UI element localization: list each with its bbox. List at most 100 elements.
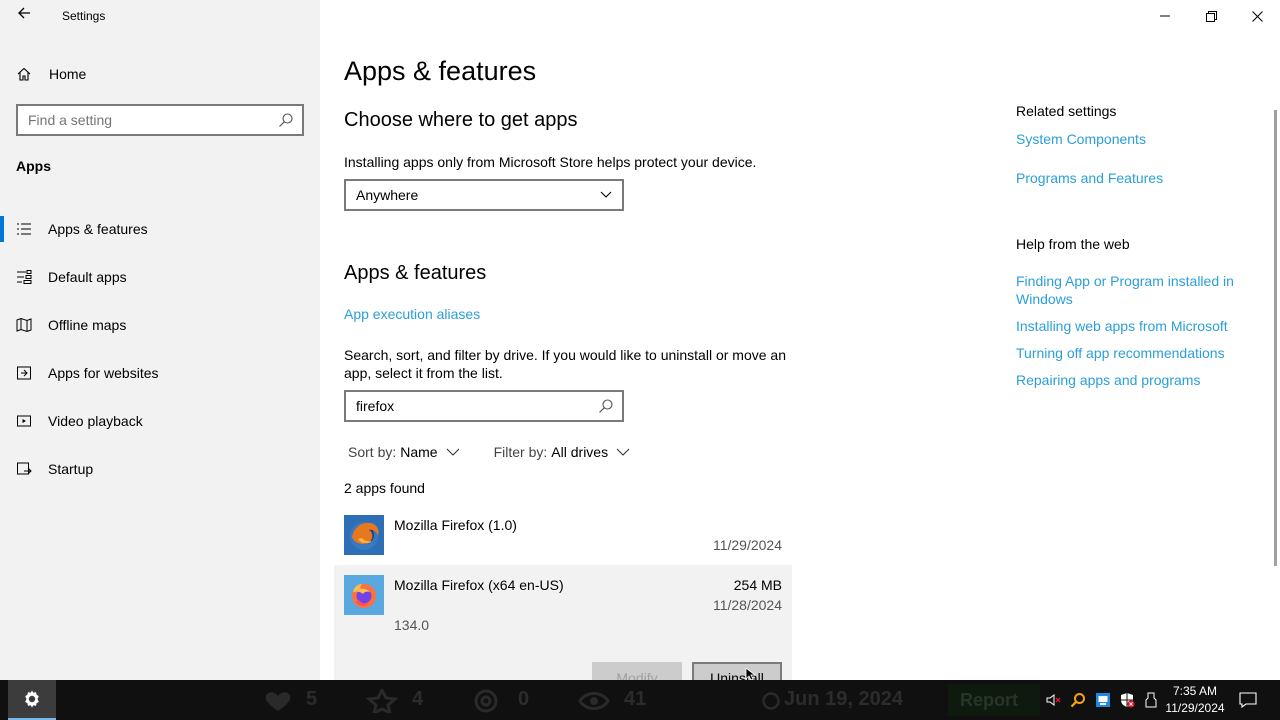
map-icon [16,317,32,333]
app-execution-aliases-link[interactable]: App execution aliases [344,306,480,322]
filter-label: Filter by: [493,444,548,460]
firefox-icon [344,575,384,615]
spiral-icon [474,689,498,713]
bg-report-label: Report [960,690,1018,710]
choose-heading: Choose where to get apps [344,109,578,131]
app-name: Mozilla Firefox (1.0) [394,517,517,533]
eye-icon [578,692,610,710]
sort-label: Sort by: [348,444,397,460]
app-list-search[interactable] [344,390,624,422]
app-source-dropdown[interactable]: Anywhere [344,179,624,211]
apps-features-heading: Apps & features [344,262,487,284]
sidebar: Settings Home Apps Apps & features Defau… [0,0,320,680]
clock-time: 7:35 AM [1172,684,1218,698]
taskbar-clock[interactable]: 7:35 AM 11/29/2024 [1160,683,1230,717]
help-link-web-apps[interactable]: Installing web apps from Microsoft [1016,317,1248,335]
find-setting-input[interactable] [28,112,278,128]
filter-drive-dropdown[interactable]: Filter by: All drives [494,444,630,460]
sidebar-item-apps-features[interactable]: Apps & features [0,205,320,253]
sidebar-item-label: Startup [48,461,94,477]
chevron-down-icon [616,448,630,456]
sidebar-nav: Apps & features Default apps Offline map… [0,205,320,493]
find-setting-search[interactable] [16,104,304,136]
minimize-button[interactable] [1142,0,1188,32]
help-link-finding-app[interactable]: Finding App or Program installed in Wind… [1016,272,1248,308]
search-tray-icon[interactable] [1068,680,1088,720]
bg-date: Jun 19, 2024 [784,688,903,710]
app-search-input[interactable] [356,398,598,414]
startup-icon [16,461,32,477]
choose-description: Installing apps only from Microsoft Stor… [344,154,757,170]
list-item-app[interactable]: Mozilla Firefox (1.0) 11/29/2024 [334,510,792,562]
app-source-value: Anywhere [356,187,419,203]
bg-stat: 4 [412,688,424,710]
volume-muted-icon[interactable] [1044,680,1064,720]
app-install-date: 11/28/2024 [712,597,782,613]
mouse-cursor-icon [745,668,757,680]
app-size: 254 MB [733,577,782,593]
chevron-down-icon [600,191,612,198]
back-arrow-icon [18,7,30,19]
close-icon [1251,10,1263,22]
apps-found-count: 2 apps found [344,480,425,496]
sort-filter-row: Sort by: Name Filter by: All drives [348,444,630,460]
sidebar-item-apps-for-websites[interactable]: Apps for websites [0,349,320,397]
search-icon[interactable] [598,398,614,414]
section-heading-apps: Apps [16,158,51,174]
notifications-button[interactable] [1236,680,1260,720]
list-item-app-selected[interactable]: Mozilla Firefox (x64 en-US) 254 MB 11/28… [334,565,792,694]
sidebar-item-label: Video playback [48,413,143,429]
clock-icon [762,692,780,710]
help-from-web-heading: Help from the web [1016,236,1130,252]
sidebar-item-startup[interactable]: Startup [0,445,320,493]
bg-stat: 5 [306,688,318,710]
firefox-legacy-icon [344,515,384,555]
app-install-date: 11/29/2024 [712,537,782,553]
main-content: Apps & features Choose where to get apps… [334,0,984,694]
heart-icon [265,692,291,711]
scrollbar[interactable] [1274,110,1277,566]
help-link-repairing[interactable]: Repairing apps and programs [1016,371,1248,389]
page-title: Apps & features [344,56,537,86]
programs-features-link[interactable]: Programs and Features [1016,169,1248,187]
close-button[interactable] [1234,0,1280,32]
system-components-link[interactable]: System Components [1016,130,1248,148]
filter-drive-value: All drives [551,444,609,460]
sidebar-item-default-apps[interactable]: Default apps [0,253,320,301]
sort-dropdown[interactable]: Sort by: Name [348,444,460,460]
security-shield-icon[interactable] [1117,680,1137,720]
home-icon [17,67,31,81]
taskbar-settings-button[interactable] [8,680,56,720]
sort-value: Name [400,444,438,460]
home-link[interactable]: Home [16,63,86,85]
sidebar-item-label: Offline maps [48,317,127,333]
chevron-down-icon [446,448,459,456]
minimize-icon [1160,15,1170,17]
help-link-recommendations[interactable]: Turning off app recommendations [1016,344,1248,362]
bg-report-button: Report [948,684,1040,716]
search-icon[interactable] [278,112,294,128]
clock-date: 11/29/2024 [1165,701,1225,715]
app-tray-icon[interactable] [1093,680,1113,720]
usb-device-icon[interactable] [1141,680,1161,720]
list-icon [16,221,32,237]
bg-stat: 0 [518,688,530,710]
web-app-icon [16,365,32,381]
filter-description: Search, sort, and filter by drive. If yo… [344,347,786,381]
bg-stat: 41 [624,688,647,710]
gear-icon [25,690,39,708]
taskbar: 5 4 0 41 Jun 19, 2024 Report 7:35 AM 11/… [0,680,1280,720]
video-icon [16,413,32,429]
star-icon [366,689,398,713]
sidebar-item-label: Apps & features [48,221,148,237]
back-button[interactable] [14,6,34,26]
sidebar-item-video-playback[interactable]: Video playback [0,397,320,445]
sidebar-item-label: Default apps [48,269,127,285]
restore-button[interactable] [1188,0,1234,32]
restore-icon [1205,10,1217,22]
sidebar-item-offline-maps[interactable]: Offline maps [0,301,320,349]
related-settings-heading: Related settings [1016,103,1117,119]
notification-icon [1239,692,1257,708]
home-label: Home [49,66,87,82]
sidebar-item-label: Apps for websites [48,365,159,381]
